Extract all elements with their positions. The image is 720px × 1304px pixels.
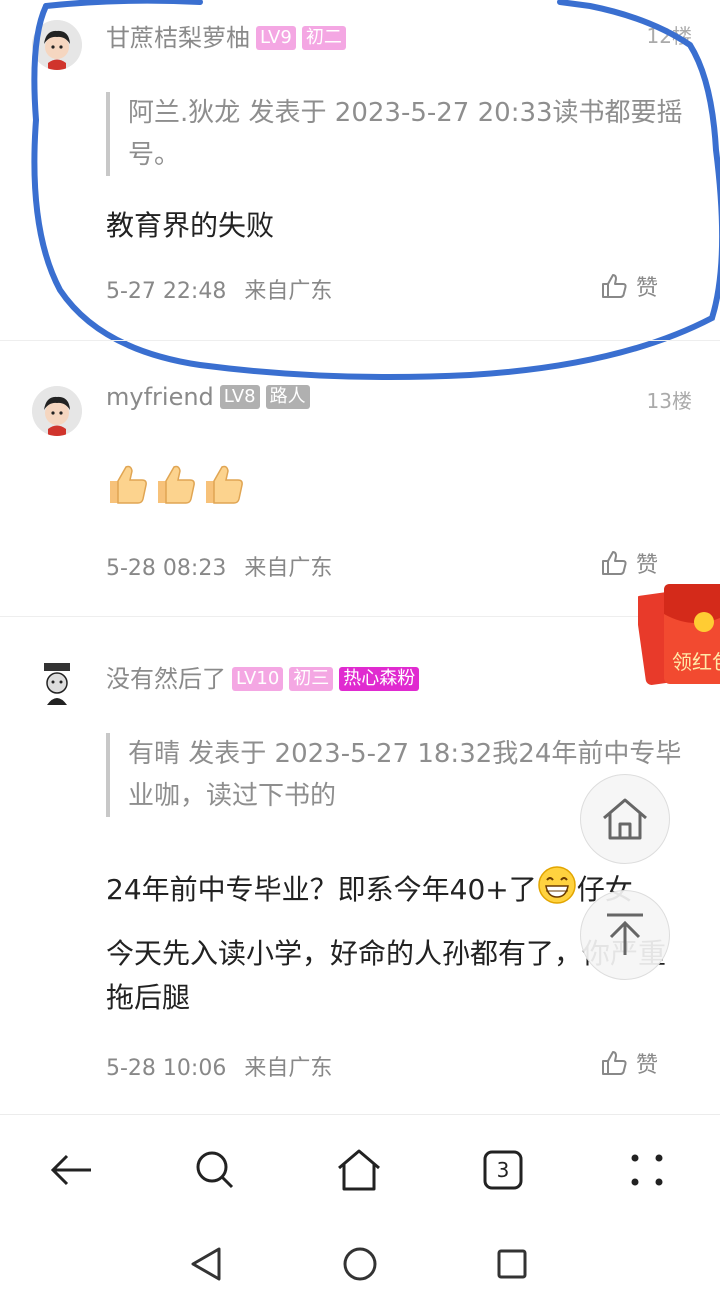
thumbs-up-emoji-icon	[158, 465, 195, 504]
more-icon	[631, 1154, 663, 1186]
floor-number: 13楼	[646, 389, 692, 413]
sys-home-icon	[343, 1247, 377, 1281]
level-badge: LV10	[232, 667, 284, 691]
post-floor-14: 没有然后了LV10初三热心森粉 1 有晴 发表于 2023-5-27 18:32…	[0, 617, 720, 1114]
scroll-top-icon	[607, 913, 643, 955]
search-button[interactable]	[190, 1145, 240, 1195]
back-button[interactable]	[46, 1145, 96, 1195]
thumbs-up-icon	[601, 551, 627, 575]
system-navigation-bar	[0, 1224, 720, 1304]
float-home-icon	[603, 798, 647, 840]
username[interactable]: myfriend LV8 路人	[106, 383, 310, 411]
back-arrow-icon	[50, 1154, 91, 1186]
username[interactable]: 没有然后了 LV10 初三 热心森粉	[106, 659, 420, 694]
tabs-button[interactable]: 3	[478, 1145, 528, 1195]
like-button[interactable]: 赞	[600, 547, 658, 579]
post-location: 来自广东	[244, 1056, 333, 1081]
thumbs-up-emoji-icon	[206, 465, 243, 504]
sys-home-button[interactable]	[340, 1244, 380, 1284]
red-packet-button[interactable]: 领红包	[634, 580, 720, 690]
fan-tag-badge: 热心森粉	[339, 667, 420, 691]
rank-badge: 初三	[289, 667, 334, 691]
scroll-top-button[interactable]	[580, 890, 670, 980]
thumbs-up-emoji-row	[106, 461, 244, 507]
home-button[interactable]	[334, 1145, 384, 1195]
post-time: 5-28 08:23	[106, 556, 227, 581]
search-icon	[196, 1151, 234, 1189]
sys-back-icon	[191, 1247, 221, 1281]
post-meta: 5-28 10:06 来自广东	[106, 1050, 332, 1082]
red-packet-label: 领红包	[672, 650, 720, 674]
grin-emoji-icon	[537, 866, 576, 904]
post-meta: 5-28 08:23 来自广东	[106, 550, 332, 582]
post-location: 来自广东	[244, 556, 333, 581]
browser-toolbar: 3	[0, 1114, 720, 1225]
more-button[interactable]	[622, 1145, 672, 1195]
thumbs-up-icon	[601, 1051, 627, 1075]
avatar[interactable]	[32, 386, 82, 436]
post-time: 5-28 10:06	[106, 1056, 227, 1081]
tabs-count: 3	[496, 1158, 510, 1182]
sys-recent-icon	[497, 1249, 527, 1279]
avatar[interactable]	[32, 659, 82, 709]
float-home-button[interactable]	[580, 774, 670, 864]
sys-recent-button[interactable]	[492, 1244, 532, 1284]
like-button[interactable]: 赞	[600, 1047, 658, 1079]
sys-back-button[interactable]	[186, 1244, 226, 1284]
rank-badge: 路人	[265, 385, 310, 409]
home-icon	[338, 1149, 380, 1191]
thumbs-up-emoji-icon	[110, 465, 147, 504]
level-badge: LV8	[219, 385, 260, 409]
post-floor-13: myfriend LV8 路人 13楼 5-28 08:23 来自广东 赞	[0, 341, 720, 616]
